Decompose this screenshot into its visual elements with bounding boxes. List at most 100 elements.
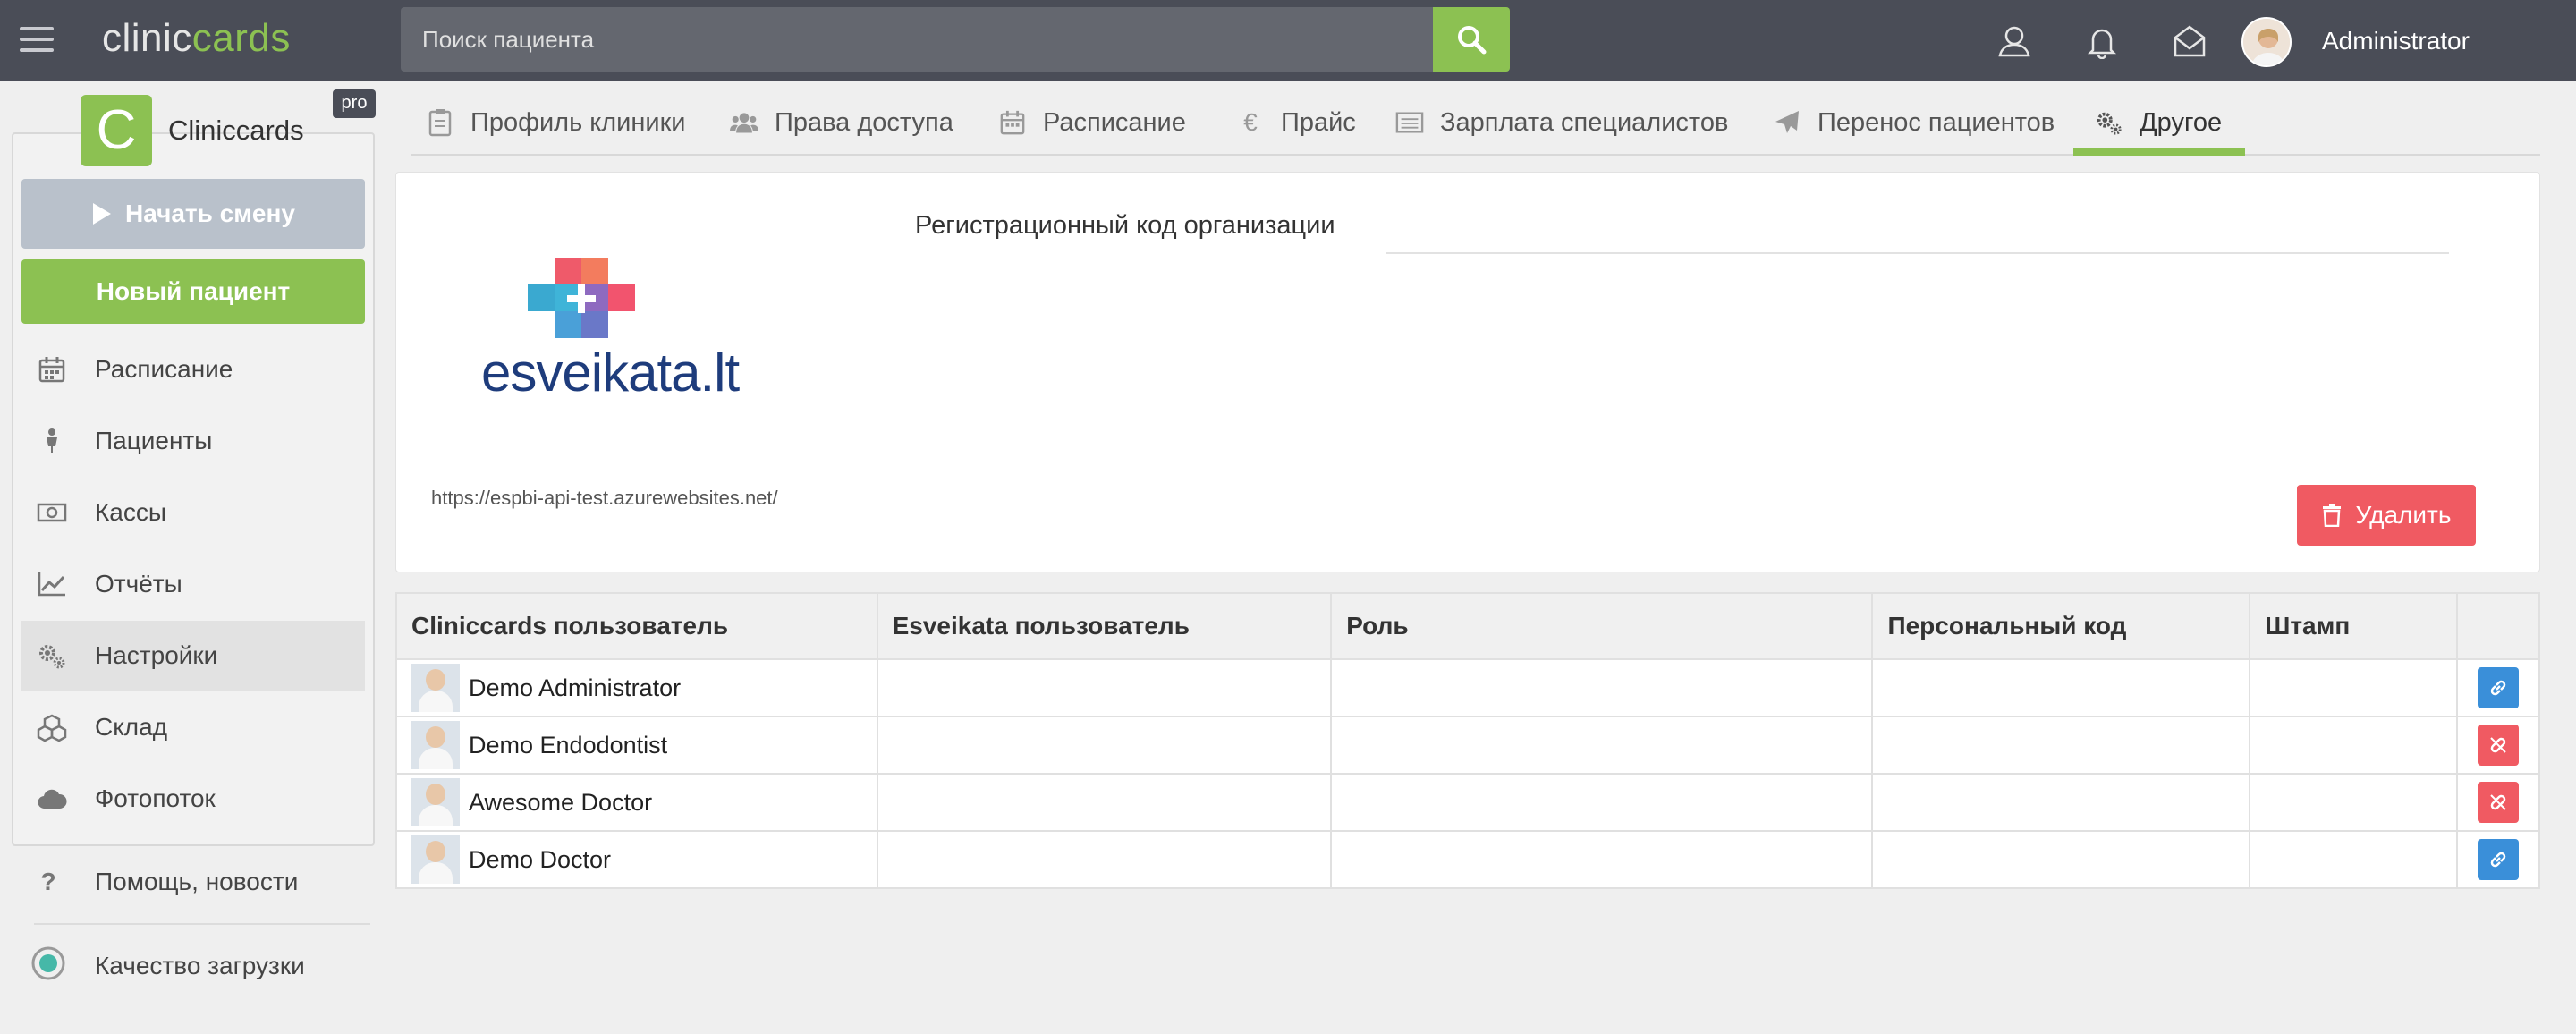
top-bar: cliniccards Поиск пациента Administrator — [0, 0, 2576, 81]
start-shift-button[interactable]: Начать смену — [21, 179, 365, 249]
tab-patient-transfer[interactable]: Перенос пациентов — [1773, 89, 2055, 156]
role-cell[interactable] — [1330, 773, 1874, 832]
tab-schedule[interactable]: Расписание — [998, 89, 1186, 156]
action-cell — [2456, 773, 2540, 832]
sidebar-item-label: Кассы — [95, 498, 167, 526]
user-profile-icon[interactable] — [1996, 23, 2032, 59]
tab-price[interactable]: € Прайс — [1236, 89, 1356, 156]
logo-part-cards: cards — [191, 16, 291, 60]
search-icon — [1458, 26, 1487, 55]
table-row: Demo Doctor — [395, 830, 2540, 889]
user-name-cell: Demo Endodontist — [469, 731, 668, 759]
cloud-icon — [36, 783, 68, 815]
list-icon — [1395, 108, 1424, 137]
sidebar-item-warehouse[interactable]: Склад — [21, 692, 365, 762]
brand-logo: C — [80, 95, 152, 166]
sidebar-item-schedule[interactable]: Расписание — [21, 335, 365, 404]
tab-label: Зарплата специалистов — [1440, 107, 1729, 137]
user-name-cell: Awesome Doctor — [469, 788, 653, 816]
search-input[interactable]: Поиск пациента — [401, 7, 1433, 72]
role-cell[interactable] — [1330, 830, 1874, 889]
stamp-cell[interactable] — [2249, 773, 2459, 832]
stamp-cell[interactable] — [2249, 830, 2459, 889]
delete-button[interactable]: Удалить — [2297, 485, 2476, 546]
personal-code-cell[interactable] — [1871, 658, 2251, 717]
sidebar-item-photostream[interactable]: Фотопоток — [21, 764, 365, 834]
esveikata-cross-icon — [528, 258, 635, 338]
personal-code-cell[interactable] — [1871, 716, 2251, 775]
start-shift-label: Начать смену — [125, 199, 295, 227]
tab-specialist-salary[interactable]: Зарплата специалистов — [1395, 89, 1728, 156]
boxes-icon — [36, 711, 68, 743]
euro-icon: € — [1243, 108, 1258, 136]
link-button[interactable] — [2478, 667, 2520, 708]
role-cell[interactable] — [1330, 658, 1874, 717]
new-patient-button[interactable]: Новый пациент — [21, 259, 365, 324]
chart-icon — [36, 568, 68, 600]
api-url: https://espbi-api-test.azurewebsites.net… — [431, 487, 778, 509]
calendar-icon — [36, 353, 68, 386]
reg-code-label: Регистрационный код организации — [915, 211, 1335, 240]
user-name[interactable]: Administrator — [2322, 27, 2470, 55]
settings-tabs: Профиль клиники Права доступа Расписание… — [411, 89, 2540, 156]
column-header: Штамп — [2249, 592, 2459, 660]
tab-label: Профиль клиники — [470, 107, 686, 137]
esveikata-user-cell[interactable] — [876, 830, 1333, 889]
tab-label: Перенос пациентов — [1818, 107, 2055, 137]
tab-clinic-profile[interactable]: Профиль клиники — [426, 89, 685, 156]
clipboard-icon — [426, 108, 454, 137]
user-name-cell: Demo Doctor — [469, 845, 612, 873]
stamp-cell[interactable] — [2249, 716, 2459, 775]
sidebar-item-label: Пациенты — [95, 427, 213, 454]
upload-quality-link[interactable]: Качество загрузки — [21, 939, 370, 993]
avatar[interactable] — [2241, 17, 2292, 67]
upload-quality-label: Качество загрузки — [95, 952, 305, 979]
reg-code-field[interactable] — [1386, 252, 2449, 254]
question-icon: ? — [40, 868, 56, 895]
link-button[interactable] — [2478, 839, 2520, 880]
unlink-icon — [2490, 737, 2506, 753]
personal-code-cell[interactable] — [1871, 773, 2251, 832]
unlink-button[interactable] — [2478, 782, 2520, 823]
gears-icon — [2095, 108, 2123, 137]
active-tab-indicator — [2073, 148, 2245, 156]
unlink-button[interactable] — [2478, 725, 2520, 766]
esveikata-user-cell[interactable] — [876, 658, 1333, 717]
unlink-icon — [2490, 794, 2506, 810]
help-news-link[interactable]: ? Помощь, новости — [21, 855, 370, 909]
role-cell[interactable] — [1330, 716, 1874, 775]
tab-access-rights[interactable]: Права доступа — [730, 89, 953, 156]
money-icon — [36, 496, 68, 529]
personal-code-cell[interactable] — [1871, 830, 2251, 889]
sidebar-item-settings[interactable]: Настройки — [21, 621, 365, 691]
table-header-row: Cliniccards пользователь Esveikata польз… — [395, 592, 2540, 660]
sidebar-item-cash[interactable]: Кассы — [21, 478, 365, 547]
tab-other[interactable]: Другое — [2095, 89, 2222, 156]
sidebar-item-patients[interactable]: Пациенты — [21, 406, 365, 476]
stamp-cell[interactable] — [2249, 658, 2459, 717]
trash-icon — [2322, 504, 2341, 527]
action-cell — [2456, 830, 2540, 889]
action-cell — [2456, 716, 2540, 775]
hamburger-menu-icon[interactable] — [20, 27, 54, 52]
esveikata-user-cell[interactable] — [876, 716, 1333, 775]
column-header: Esveikata пользователь — [876, 592, 1333, 660]
tab-label: Прайс — [1281, 107, 1356, 137]
tab-label: Права доступа — [775, 107, 953, 137]
column-header: Cliniccards пользователь — [395, 592, 878, 660]
inbox-icon[interactable] — [2172, 23, 2207, 59]
user-cell: Demo Administrator — [395, 658, 878, 717]
search-button[interactable] — [1433, 7, 1510, 72]
column-header — [2456, 592, 2540, 660]
delete-label: Удалить — [2355, 501, 2452, 529]
esveikata-user-cell[interactable] — [876, 773, 1333, 832]
pro-badge: pro — [333, 89, 376, 118]
sidebar-item-label: Расписание — [95, 355, 233, 383]
quality-indicator-icon — [30, 945, 66, 987]
sidebar-item-reports[interactable]: Отчёты — [21, 549, 365, 619]
app-logo[interactable]: cliniccards — [102, 16, 291, 61]
help-news-label: Помощь, новости — [95, 868, 299, 895]
link-icon — [2490, 852, 2506, 868]
bell-icon[interactable] — [2084, 23, 2120, 59]
sidebar-item-label: Склад — [95, 713, 168, 741]
